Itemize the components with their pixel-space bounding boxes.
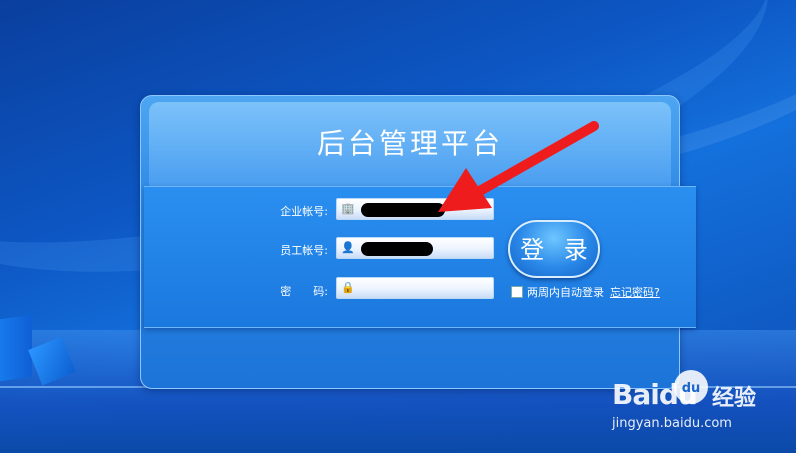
watermark-name: 经验 (712, 386, 757, 411)
paw-icon: du (674, 370, 708, 404)
baidu-jingyan-watermark: Baidu du 经验 jingyan.baidu.com (612, 370, 792, 440)
watermark-url: jingyan.baidu.com (612, 416, 732, 431)
